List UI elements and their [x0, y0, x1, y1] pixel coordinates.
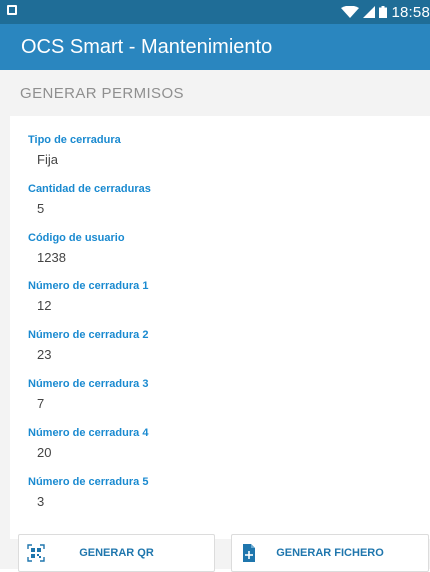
field-lock-number-3: Número de cerradura 3 7 [28, 378, 148, 411]
battery-icon [379, 6, 388, 18]
generate-file-label: GENERAR FICHERO [276, 547, 384, 559]
field-value: 7 [37, 396, 45, 411]
field-label: Número de cerradura 4 [28, 427, 149, 439]
field-value: 5 [37, 201, 45, 216]
field-value: 23 [37, 347, 52, 362]
field-value: 1238 [37, 250, 66, 265]
section-title: GENERAR PERMISOS [20, 85, 184, 102]
status-time: 18:58 [391, 3, 430, 21]
field-lock-number-5: Número de cerradura 5 3 [28, 476, 148, 509]
field-label: Número de cerradura 5 [28, 476, 149, 488]
generate-qr-button[interactable]: GENERAR QR [18, 534, 215, 572]
field-value: 3 [37, 494, 45, 509]
field-lock-count: Cantidad de cerraduras 5 [28, 183, 151, 216]
generate-qr-label: GENERAR QR [79, 547, 154, 559]
field-value: 20 [37, 445, 52, 460]
field-lock-number-2: Número de cerradura 2 23 [28, 329, 148, 362]
field-lock-number-4: Número de cerradura 4 20 [28, 427, 148, 460]
field-label: Número de cerradura 3 [28, 378, 149, 390]
field-label: Número de cerradura 1 [28, 280, 149, 292]
notification-icon [7, 5, 17, 15]
wifi-icon [341, 6, 360, 18]
section-header: GENERAR PERMISOS [0, 70, 430, 116]
field-label: Número de cerradura 2 [28, 329, 149, 341]
app-title: OCS Smart - Mantenimiento [21, 36, 273, 58]
app-bar: OCS Smart - Mantenimiento [0, 24, 430, 70]
field-label: Tipo de cerradura [28, 134, 121, 146]
field-value: 12 [37, 298, 52, 313]
signal-icon [363, 6, 376, 18]
field-value: Fija [37, 152, 58, 167]
field-lock-number-1: Número de cerradura 1 12 [28, 280, 148, 313]
generate-file-button[interactable]: GENERAR FICHERO [231, 534, 429, 572]
status-bar: 18:58 [0, 0, 430, 24]
content-area: GENERAR PERMISOS Tipo de cerradura Fija … [0, 70, 430, 540]
status-right: 18:58 [341, 0, 430, 24]
field-label: Código de usuario [28, 232, 125, 244]
field-lock-type: Tipo de cerradura Fija [28, 134, 121, 167]
permissions-card: Tipo de cerradura Fija Cantidad de cerra… [10, 116, 430, 539]
field-user-code: Código de usuario 1238 [28, 232, 125, 265]
field-label: Cantidad de cerraduras [28, 183, 151, 195]
